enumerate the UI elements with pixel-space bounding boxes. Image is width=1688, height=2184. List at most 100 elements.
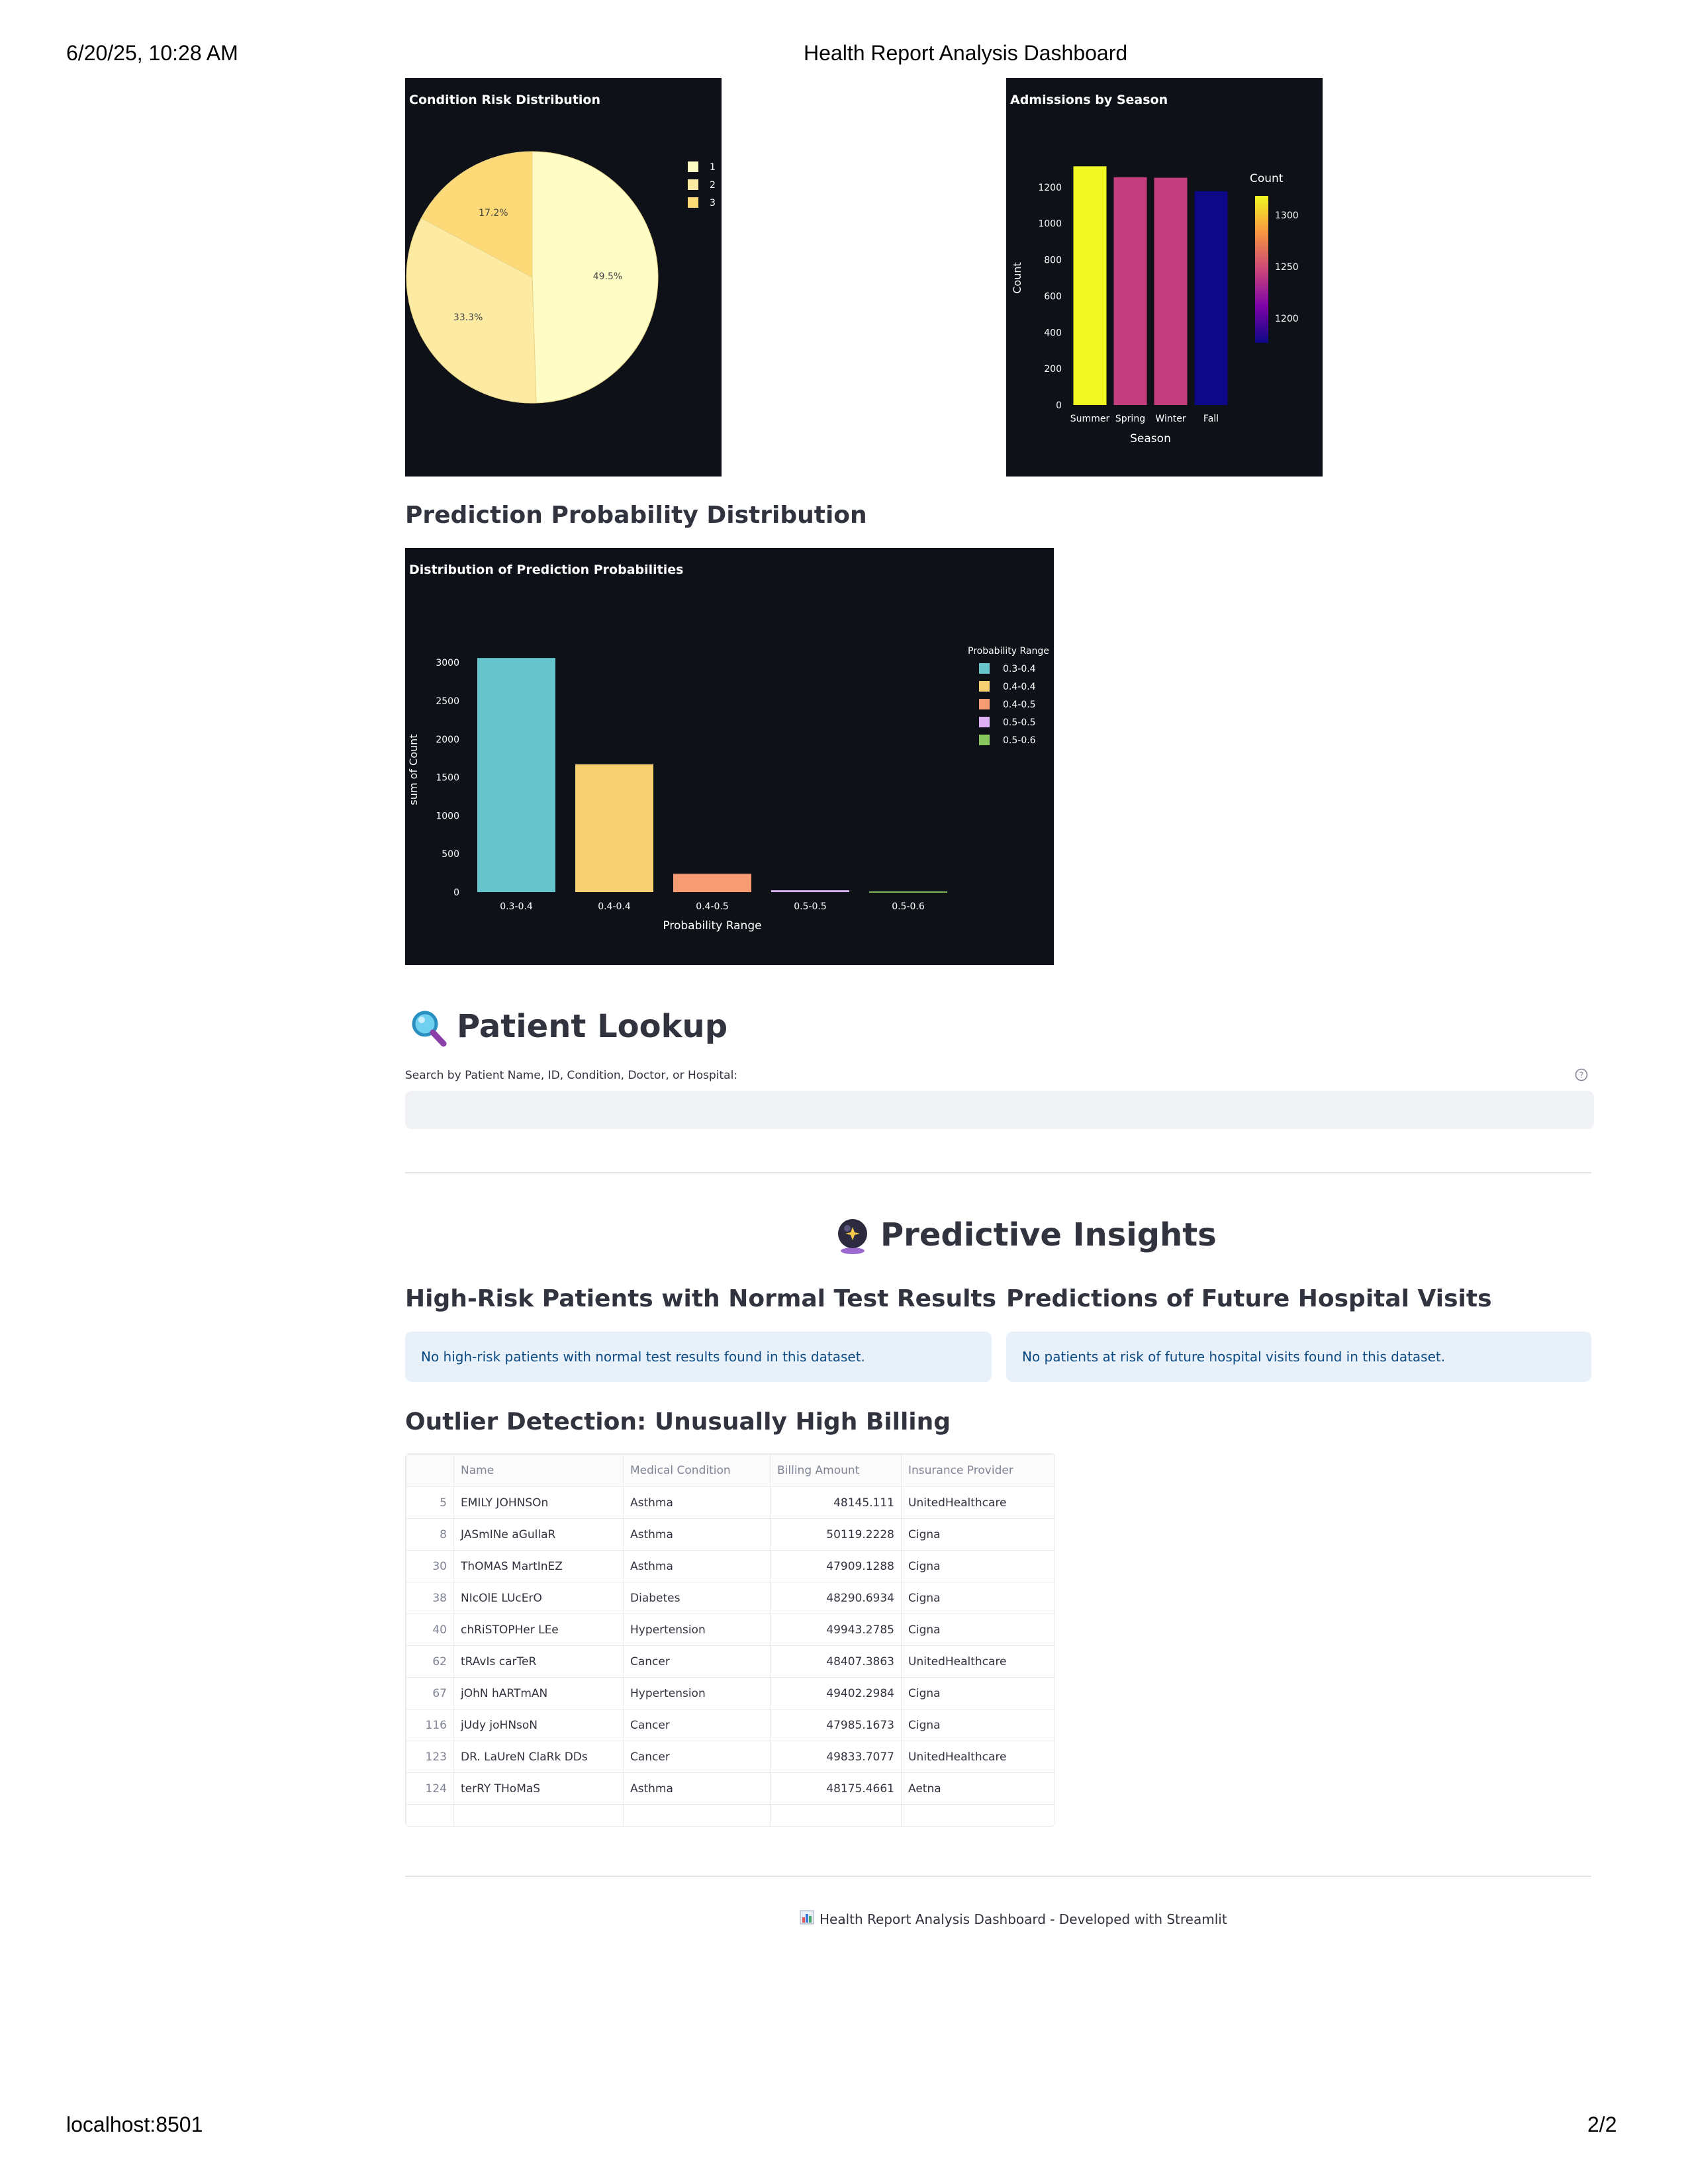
table-row[interactable]	[406, 1804, 1055, 1826]
help-icon[interactable]: ?	[1575, 1068, 1588, 1081]
admissions-season-chart: Admissions by Season 0 200 400 600 800 1000 12…	[1006, 78, 1323, 477]
column-header[interactable]	[406, 1454, 454, 1487]
table-row[interactable]: 40 chRiSTOPHer LEe Hypertension 49943.2785 C…	[406, 1614, 1055, 1646]
table-row[interactable]: 5 EMILY JOHNSOn Asthma 48145.111 UnitedHealt…	[406, 1486, 1055, 1519]
search-label: Search by Patient Name, ID, Condition, D…	[405, 1069, 738, 1082]
x-tick-label: 0.4-0.4	[598, 901, 631, 912]
bar	[1073, 166, 1107, 406]
table-row[interactable]: 62 tRAvIs carTeR Cancer 48407.3863 UnitedHea…	[406, 1645, 1055, 1678]
table-cell: 49943.2785	[770, 1614, 902, 1646]
legend-swatch	[979, 717, 990, 727]
row-index: 30	[406, 1550, 454, 1582]
y-tick-label: 0	[453, 887, 459, 898]
row-index: 5	[406, 1486, 454, 1519]
bar	[771, 890, 849, 892]
table-row[interactable]: 124 terRY THoMaS Asthma 48175.4661 Aetna	[406, 1772, 1055, 1805]
table-cell: Asthma	[623, 1518, 771, 1551]
table-row[interactable]: 116 jUdy joHNsoN Cancer 47985.1673 Cigna	[406, 1709, 1055, 1741]
colorbar-title: Count	[1250, 172, 1284, 185]
legend-label: 0.4-0.4	[1003, 682, 1036, 692]
y-tick-label: 1000	[1038, 219, 1062, 230]
table-cell: Asthma	[623, 1772, 771, 1805]
magnifier-icon	[409, 1009, 447, 1048]
y-tick-label: 200	[1044, 364, 1062, 375]
row-index: 62	[406, 1645, 454, 1678]
y-tick-label: 500	[442, 849, 459, 860]
y-tick-label: 400	[1044, 328, 1062, 338]
table-cell: JASmINe aGullaR	[453, 1518, 624, 1551]
colorbar	[1255, 196, 1268, 343]
table-cell: Hypertension	[623, 1677, 771, 1709]
high-risk-title: High-Risk Patients with Normal Test Resu…	[405, 1285, 996, 1312]
y-axis-label: sum of Count	[407, 734, 420, 805]
x-tick-label: 0.5-0.5	[794, 901, 827, 912]
column-header[interactable]: Medical Condition	[623, 1454, 771, 1487]
column-header[interactable]: Billing Amount	[770, 1454, 902, 1487]
legend-swatch	[979, 681, 990, 692]
high-risk-info-text: No high-risk patients with normal test r…	[421, 1349, 865, 1365]
table-row[interactable]: 30 ThOMAS MartInEZ Asthma 47909.1288 Cigna	[406, 1550, 1055, 1582]
row-index: 67	[406, 1677, 454, 1709]
table-cell: ThOMAS MartInEZ	[453, 1550, 624, 1582]
legend-label: 2	[710, 180, 716, 191]
bar	[575, 764, 653, 892]
table-cell	[453, 1804, 624, 1826]
table-row[interactable]: 8 JASmINe aGullaR Asthma 50119.2228 Cigna	[406, 1518, 1055, 1551]
outlier-title-text: Outlier Detection: Unu	[405, 1408, 708, 1435]
table-cell: chRiSTOPHer LEe	[453, 1614, 624, 1646]
y-tick-label: 1200	[1038, 183, 1062, 193]
table-cell: Cigna	[901, 1550, 1055, 1582]
table-cell: Asthma	[623, 1550, 771, 1582]
legend-label: 1	[710, 162, 716, 173]
table-cell: Cigna	[901, 1518, 1055, 1551]
table-cell	[770, 1804, 902, 1826]
app-footer: Health Report Analysis Dashboard - Devel…	[800, 1910, 1227, 1928]
table-row[interactable]: 123 DR. LaUreN ClaRk DDs Cancer 49833.7077 U…	[406, 1741, 1055, 1773]
divider	[405, 1172, 1591, 1173]
legend-swatch	[979, 699, 990, 709]
table-cell: Cigna	[901, 1582, 1055, 1614]
table-cell: 48145.111	[770, 1486, 902, 1519]
outlier-title: Outlier Detection: Unusually High Billin…	[405, 1408, 951, 1435]
season-chart-svg: 0 200 400 600 800 1000 1200 Count Summer Spring Wi…	[1011, 166, 1299, 445]
patient-lookup-title: Patient Lookup	[457, 1008, 728, 1045]
bar	[1154, 177, 1188, 405]
table-cell	[623, 1804, 771, 1826]
legend-swatch	[979, 735, 990, 745]
high-risk-title-text: High-Risk Patients with	[405, 1285, 729, 1312]
legend-label: 3	[710, 198, 716, 208]
row-index: 123	[406, 1741, 454, 1773]
table-cell: 47985.1673	[770, 1709, 902, 1741]
slice-label: 17.2%	[479, 208, 508, 218]
outlier-table-container[interactable]: Name Medical Condition Billing Amount In…	[405, 1453, 1055, 1827]
legend-swatch	[979, 663, 990, 674]
table-cell: Cigna	[901, 1677, 1055, 1709]
legend-swatch	[688, 197, 698, 208]
table-row[interactable]: 67 jOhN hARTmAN Hypertension 49402.2984 Cign…	[406, 1677, 1055, 1709]
table-row[interactable]: 38 NIcOlE LUcErO Diabetes 48290.6934 Cigna	[406, 1582, 1055, 1614]
slice-label: 49.5%	[593, 271, 622, 282]
table-header-row: Name Medical Condition Billing Amount In…	[406, 1454, 1055, 1487]
y-tick-label: 3000	[436, 658, 459, 668]
legend-swatch	[688, 179, 698, 190]
patient-search-input[interactable]	[405, 1091, 1594, 1129]
table-cell: UnitedHealthcare	[901, 1741, 1055, 1773]
table-cell: tRAvIs carTeR	[453, 1645, 624, 1678]
probability-chart-svg: 0 500 1000 1500 2000 2500 3000 sum of Count 0.3-…	[407, 646, 1049, 933]
table-cell: DR. LaUreN ClaRk DDs	[453, 1741, 624, 1773]
colorbar-tick-label: 1200	[1275, 314, 1299, 324]
legend-label: 0.5-0.6	[1003, 735, 1036, 746]
table-cell	[406, 1804, 454, 1826]
x-tick-label: Fall	[1203, 414, 1219, 424]
table-cell: Asthma	[623, 1486, 771, 1519]
y-tick-label: 2000	[436, 735, 459, 745]
table-cell: 47909.1288	[770, 1550, 902, 1582]
outlier-title-bold: sually High Billing	[708, 1408, 951, 1435]
bar	[1113, 177, 1147, 405]
column-header[interactable]: Name	[453, 1454, 624, 1487]
x-axis-label: Probability Range	[663, 919, 761, 933]
table-cell: jUdy joHNsoN	[453, 1709, 624, 1741]
column-header[interactable]: Insurance Provider	[901, 1454, 1055, 1487]
future-visits-info-text: No patients at risk of future hospital v…	[1022, 1349, 1446, 1365]
probability-distribution-chart: Distribution of Prediction Probabilities…	[405, 548, 1054, 965]
